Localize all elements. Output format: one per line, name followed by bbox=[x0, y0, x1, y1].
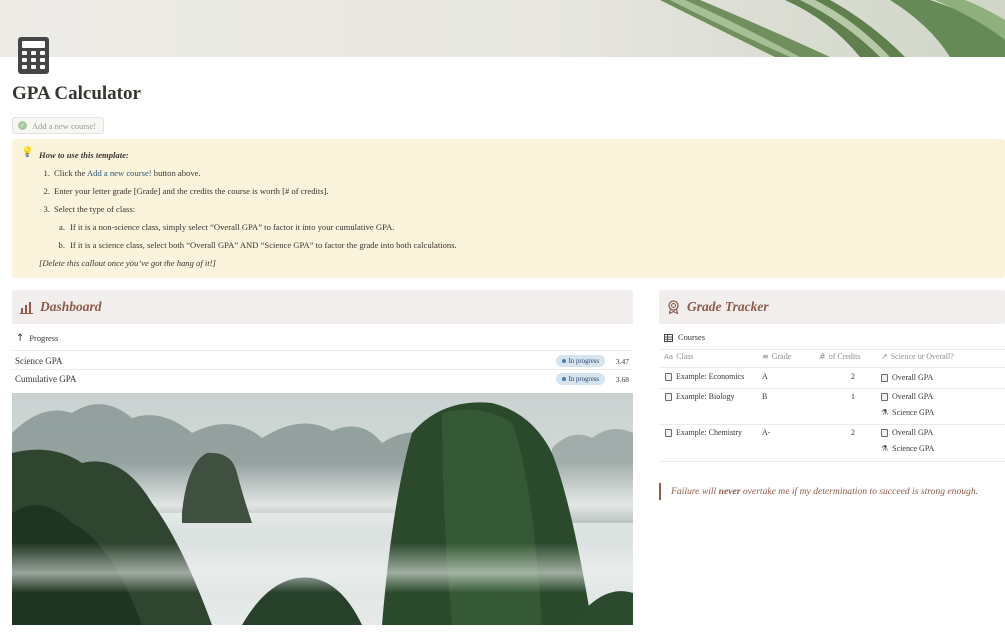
column-header-credits[interactable]: # of Credits bbox=[819, 352, 860, 361]
grade-cell[interactable]: A- bbox=[762, 428, 770, 437]
gpa-row-cumulative[interactable]: Cumulative GPA In progress 3.68 bbox=[12, 370, 633, 388]
dashboard-title: Dashboard bbox=[40, 299, 102, 314]
grade-cell[interactable]: A bbox=[762, 372, 768, 381]
relation-tag[interactable]: Overall GPA bbox=[881, 373, 933, 382]
status-badge: In progress bbox=[555, 373, 605, 385]
gpa-value: 3.68 bbox=[615, 374, 629, 384]
gpa-row-science[interactable]: Science GPA In progress 3.47 bbox=[12, 352, 633, 370]
course-name: Example: Economics bbox=[676, 372, 745, 381]
award-ribbon-icon bbox=[668, 300, 679, 314]
progress-view-label: Progress bbox=[29, 334, 59, 343]
course-name: Example: Chemistry bbox=[676, 428, 742, 437]
course-name: Example: Biology bbox=[676, 392, 735, 401]
status-badge: In progress bbox=[555, 355, 605, 367]
column-header-class[interactable]: Aa Class bbox=[664, 352, 693, 361]
step-number: 1. bbox=[43, 168, 50, 178]
relation-tag[interactable]: Overall GPA bbox=[881, 428, 933, 437]
quote-bold: never bbox=[718, 486, 741, 497]
number-property-icon: # bbox=[819, 352, 826, 361]
step-number: 2. bbox=[43, 186, 50, 196]
column-label: Grade bbox=[771, 352, 792, 361]
page-cover-image[interactable] bbox=[0, 0, 1005, 57]
check-circle-icon: ✓ bbox=[18, 121, 27, 130]
step-3b-text: If it is a science class, select both “O… bbox=[70, 240, 457, 250]
courses-view-label: Courses bbox=[678, 333, 705, 342]
status-text: In progress bbox=[568, 375, 599, 383]
divider bbox=[659, 424, 1005, 425]
course-name-cell[interactable]: Example: Economics bbox=[665, 372, 744, 381]
list-lines-icon: ≡ bbox=[762, 352, 769, 361]
column-header-type[interactable]: ↗ Science or Overall? bbox=[881, 352, 954, 361]
page-icon bbox=[665, 372, 672, 381]
step-1-text: Click the Add a new course! button above… bbox=[54, 168, 201, 178]
divider bbox=[659, 461, 1005, 462]
page-icon bbox=[665, 428, 672, 437]
step-3a-text: If it is a non-science class, simply sel… bbox=[70, 222, 395, 232]
progress-view-tab[interactable]: ↑ Progress bbox=[16, 333, 58, 344]
gpa-name: Science GPA bbox=[15, 356, 63, 366]
text-property-icon: Aa bbox=[664, 352, 674, 361]
table-icon bbox=[664, 333, 673, 342]
page-title: GPA Calculator bbox=[12, 83, 141, 104]
divider bbox=[12, 350, 633, 351]
page-icon bbox=[665, 392, 672, 401]
substep-letter: a. bbox=[59, 222, 65, 232]
credits-cell[interactable]: 1 bbox=[851, 392, 871, 401]
column-label: Science or Overall? bbox=[890, 352, 954, 361]
quote-before: Failure will bbox=[671, 486, 717, 497]
calculator-icon[interactable] bbox=[18, 37, 49, 74]
arrow-up-icon: ↑ bbox=[16, 333, 25, 344]
motivational-quote: Failure will never overtake me if my det… bbox=[659, 483, 978, 500]
course-name-cell[interactable]: Example: Chemistry bbox=[665, 428, 742, 437]
relation-tag[interactable]: ⚗ Science GPA bbox=[881, 408, 934, 417]
step-1-prefix: Click the bbox=[54, 168, 86, 178]
column-header-grade[interactable]: ≡ Grade bbox=[762, 352, 791, 361]
chart-icon bbox=[20, 301, 33, 314]
tag-label: Overall GPA bbox=[892, 392, 934, 401]
instructions-callout: 💡 How to use this template: 1. Click the… bbox=[12, 139, 1005, 278]
quote-after: overtake me if my determination to succe… bbox=[742, 486, 979, 497]
substep-letter: b. bbox=[58, 240, 65, 250]
agave-leaves-illustration bbox=[660, 0, 1005, 57]
tag-label: Overall GPA bbox=[892, 428, 934, 437]
tag-label: Overall GPA bbox=[892, 373, 934, 382]
tag-label: Science GPA bbox=[892, 444, 935, 453]
step-3-text: Select the type of class: bbox=[54, 204, 136, 214]
tag-label: Science GPA bbox=[892, 408, 935, 417]
calculator-page-icon bbox=[881, 428, 888, 437]
callout-footer: [Delete this callout once you’ve got the… bbox=[39, 258, 216, 268]
step-number: 3. bbox=[43, 204, 50, 214]
divider bbox=[659, 388, 1005, 389]
column-label: of Credits bbox=[828, 352, 861, 361]
status-text: In progress bbox=[568, 357, 599, 365]
lightbulb-icon: 💡 bbox=[21, 147, 34, 158]
flask-icon: ⚗ bbox=[881, 408, 889, 417]
grade-tracker-title: Grade Tracker bbox=[687, 299, 769, 314]
grade-tracker-header: Grade Tracker bbox=[659, 290, 1005, 324]
gpa-name: Cumulative GPA bbox=[15, 374, 77, 384]
divider bbox=[659, 367, 1005, 368]
credits-cell[interactable]: 2 bbox=[851, 428, 871, 437]
add-new-course-label: Add a new course! bbox=[32, 120, 96, 131]
calculator-page-icon bbox=[881, 373, 888, 382]
relation-tag[interactable]: Overall GPA bbox=[881, 392, 933, 401]
course-name-cell[interactable]: Example: Biology bbox=[665, 392, 734, 401]
calculator-page-icon bbox=[881, 392, 888, 401]
column-label: Class bbox=[676, 352, 694, 361]
gpa-value: 3.47 bbox=[615, 356, 629, 366]
callout-heading: How to use this template: bbox=[39, 150, 129, 160]
relation-tag[interactable]: ⚗ Science GPA bbox=[881, 444, 934, 453]
step-2-text: Enter your letter grade [Grade] and the … bbox=[54, 186, 329, 196]
add-new-course-link[interactable]: Add a new course! bbox=[87, 168, 152, 178]
courses-view-tab[interactable]: Courses bbox=[664, 333, 705, 342]
grade-cell[interactable]: B bbox=[762, 392, 767, 401]
arrow-up-right-icon: ↗ bbox=[881, 352, 888, 361]
credits-cell[interactable]: 2 bbox=[851, 372, 871, 381]
flask-icon: ⚗ bbox=[881, 444, 889, 453]
divider bbox=[659, 349, 1005, 350]
dashboard-header: Dashboard bbox=[12, 290, 633, 324]
step-1-suffix: button above. bbox=[153, 168, 201, 178]
karst-mountains-image bbox=[12, 393, 633, 625]
add-new-course-button[interactable]: ✓ Add a new course! bbox=[12, 117, 104, 134]
